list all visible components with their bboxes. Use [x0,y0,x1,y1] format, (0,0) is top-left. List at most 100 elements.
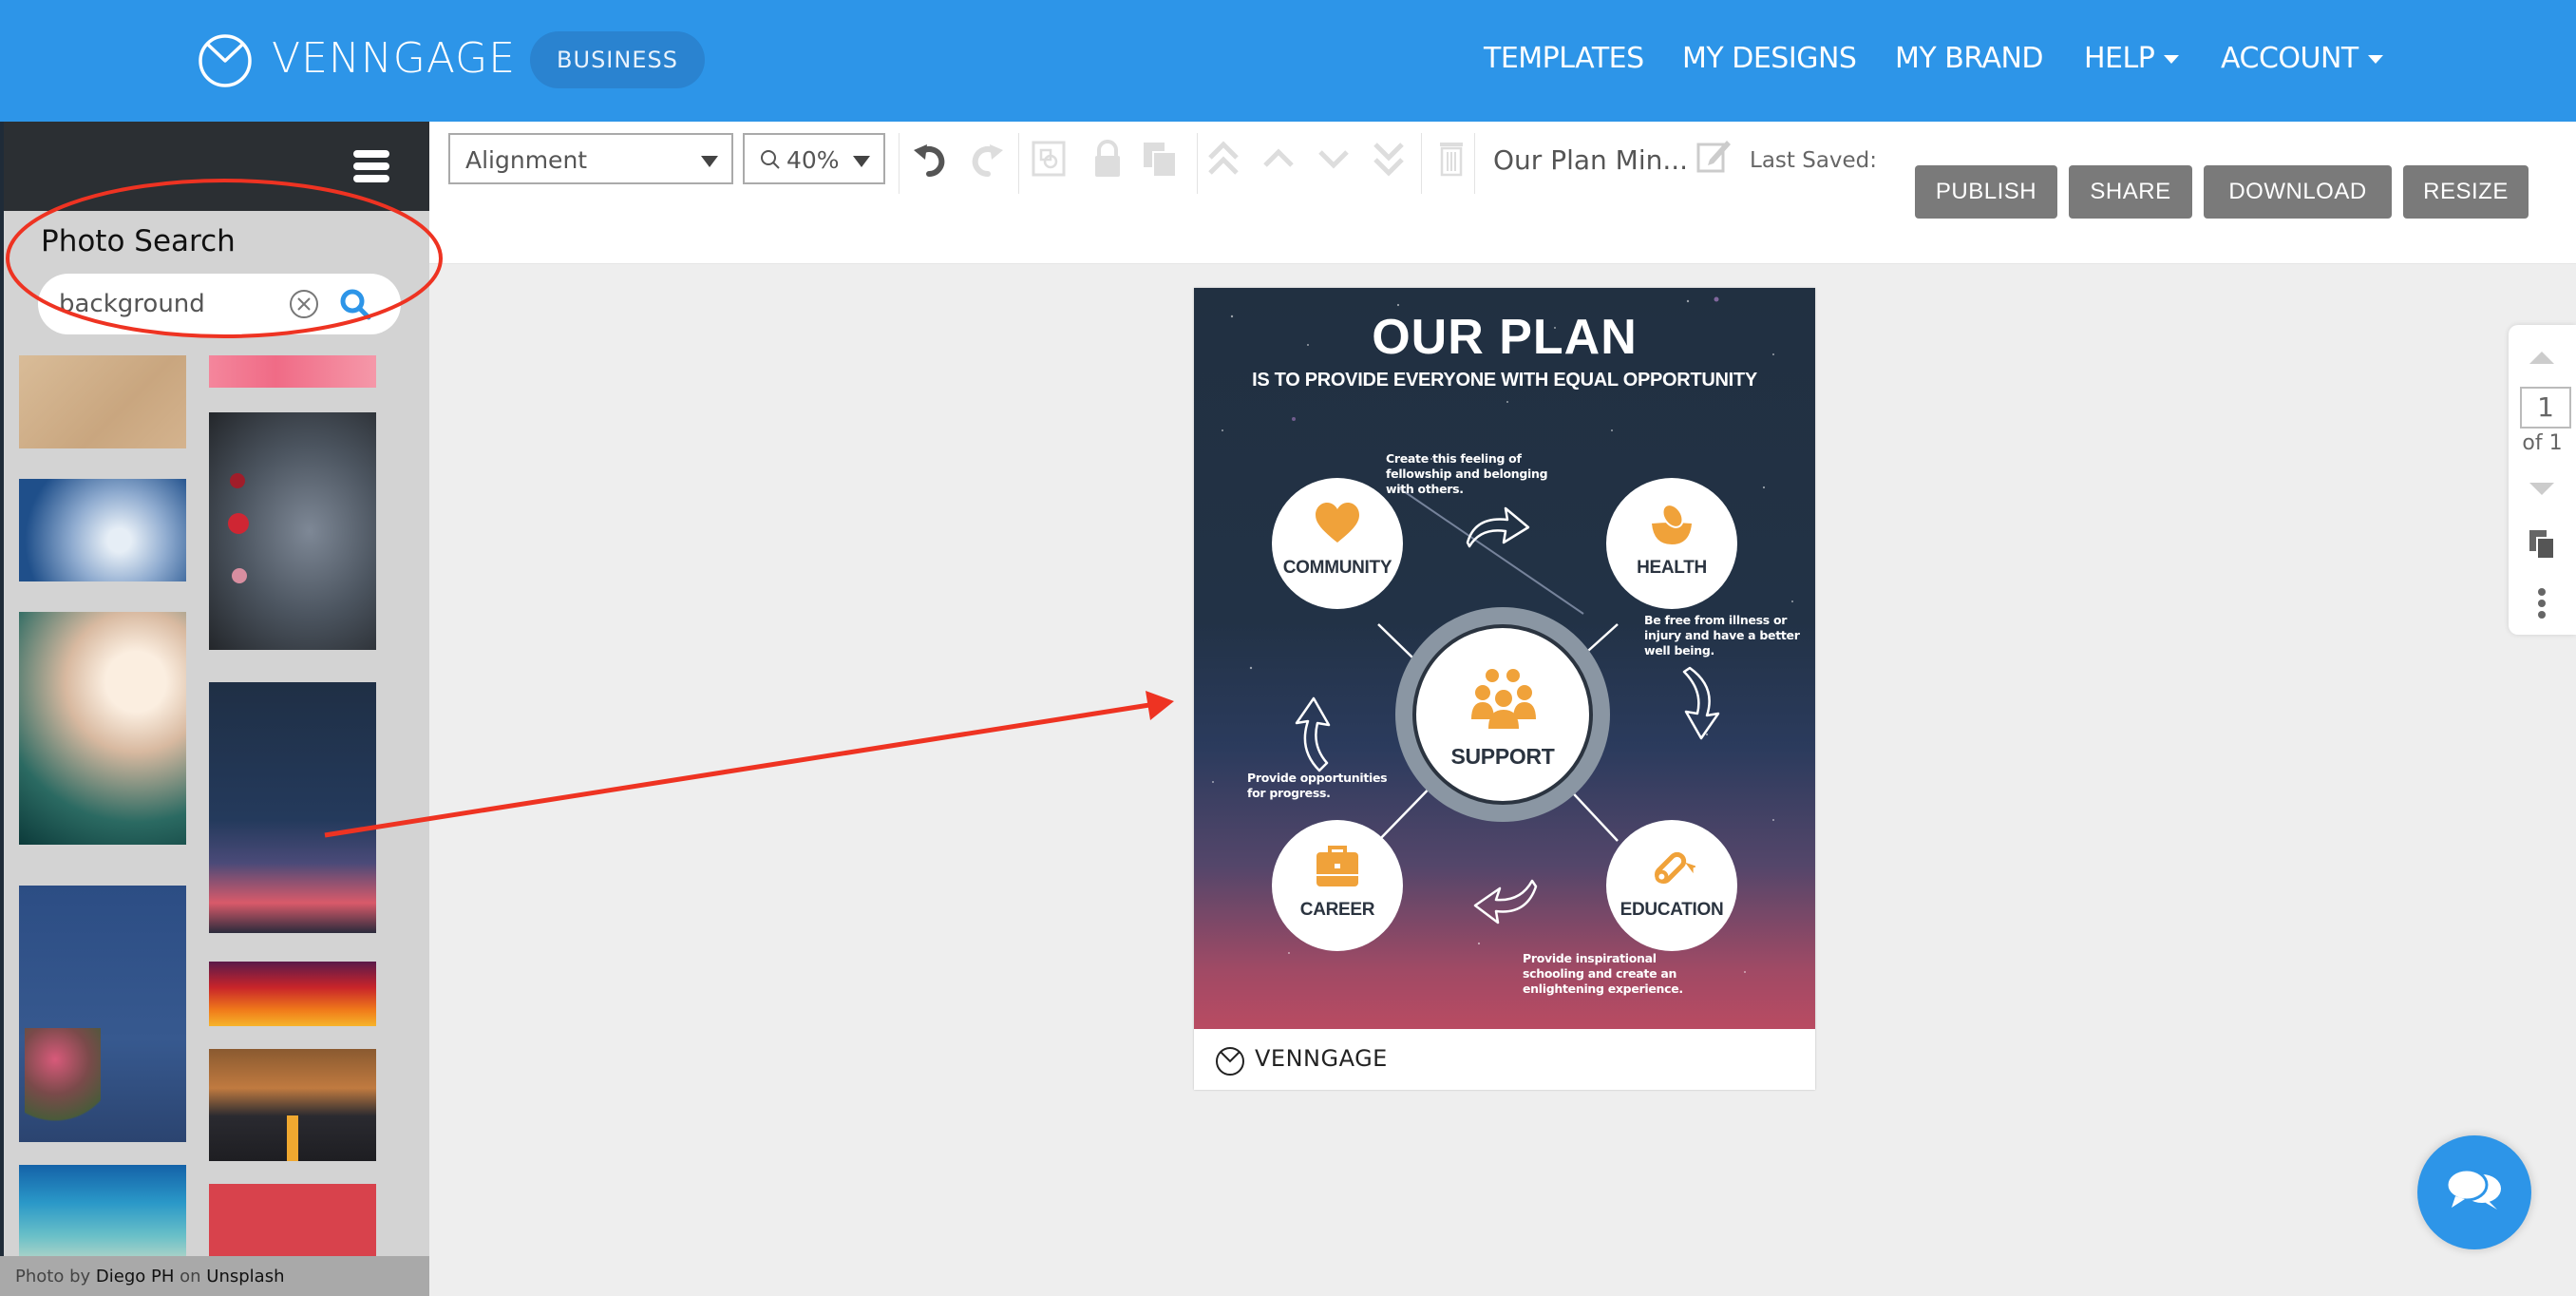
photo-result[interactable] [209,1184,376,1260]
duplicate-icon[interactable] [1142,139,1180,179]
toolbar-divider [899,133,900,194]
send-to-back-icon[interactable] [1370,139,1408,179]
nav-help[interactable]: HELP [2084,42,2180,75]
alignment-dropdown[interactable]: Alignment [448,133,733,184]
toolbar-divider [1197,133,1198,194]
chat-support-button[interactable] [2417,1135,2531,1249]
photo-result[interactable] [19,1165,186,1260]
infographic-background[interactable]: OUR PLAN IS TO PROVIDE EVERYONE WITH EQU… [1194,288,1815,1029]
cycle-arrows [1295,506,1720,924]
nav-templates[interactable]: TEMPLATES [1484,42,1644,75]
group-icon[interactable] [1030,139,1068,179]
duplicate-page-icon[interactable] [2529,530,2556,559]
photo-search-box [38,274,401,334]
page-number-input[interactable]: 1 [2520,387,2571,429]
desc-line: with others. [1386,482,1464,496]
alignment-dropdown-label: Alignment [465,146,588,174]
trash-icon[interactable] [1432,139,1470,179]
send-backward-icon[interactable] [1315,139,1353,179]
caret-down-icon [2164,55,2180,64]
nav-my-brand-label: MY BRAND [1895,42,2044,75]
nav-templates-label: TEMPLATES [1484,42,1644,75]
attribution-author-link[interactable]: Diego PH [96,1267,175,1286]
desc-line: injury and have a better [1644,628,1800,642]
brand-name[interactable]: VENNGAGE [272,34,516,83]
hamburger-menu-icon[interactable] [353,150,389,182]
nav-my-designs[interactable]: MY DESIGNS [1682,42,1857,75]
share-button[interactable]: SHARE [2069,165,2192,219]
footer-brand: VENNGAGE [1255,1045,1388,1072]
career-description[interactable]: Provide opportunities for progress. [1247,771,1388,801]
venngage-footer-logo-icon [1216,1047,1244,1076]
caret-down-icon [853,156,870,167]
photo-search-input[interactable] [59,285,296,323]
photo-result[interactable] [19,479,186,581]
photo-result[interactable] [209,355,376,388]
desc-line: fellowship and belonging [1386,467,1548,481]
publish-button[interactable]: PUBLISH [1915,165,2057,219]
clear-search-icon[interactable] [289,289,319,319]
desc-line: for progress. [1247,786,1331,800]
photo-result[interactable] [209,1049,376,1161]
nav-my-designs-label: MY DESIGNS [1682,42,1857,75]
infographic-page[interactable]: OUR PLAN IS TO PROVIDE EVERYONE WITH EQU… [1194,288,1815,1090]
lock-icon[interactable] [1089,139,1127,179]
attribution-source-link[interactable]: Unsplash [206,1267,284,1286]
undo-icon[interactable] [912,139,950,179]
nav-help-label: HELP [2084,42,2155,75]
bring-forward-icon[interactable] [1260,139,1297,179]
toolbar-divider [1018,133,1019,194]
venngage-logo-icon[interactable] [198,33,253,88]
page-down-icon[interactable] [2529,483,2554,495]
desc-line: Provide opportunities [1247,771,1388,785]
photo-result[interactable] [19,886,186,1142]
desc-line: well being. [1644,643,1714,658]
document-title[interactable]: Our Plan Min... [1493,144,1688,176]
desc-line: Create this feeling of [1386,451,1522,466]
redo-icon[interactable] [967,139,1005,179]
nav-account[interactable]: ACCOUNT [2221,42,2383,75]
education-description[interactable]: Provide inspirational schooling and crea… [1523,951,1683,997]
chat-bubbles-icon [2446,1168,2501,1210]
nav-my-brand[interactable]: MY BRAND [1895,42,2044,75]
desc-line: enlightening experience. [1523,982,1683,996]
health-description[interactable]: Be free from illness or injury and have … [1644,613,1800,658]
photo-result[interactable] [19,355,186,448]
infographic-footer: VENNGAGE [1194,1029,1815,1090]
search-icon[interactable] [338,287,372,321]
zoom-magnifier-icon [761,150,780,169]
photo-result[interactable] [209,682,376,933]
attribution-middle: on [180,1267,201,1286]
caret-down-icon [701,156,718,167]
arrow-down-icon [1682,666,1720,740]
page-total-label: of 1 [2522,431,2563,455]
more-options-icon[interactable] [2536,587,2548,619]
toolbar-divider [1474,133,1475,194]
sidebar-edge [0,122,4,1296]
last-saved-label: Last Saved: [1750,148,1878,173]
arrow-left-icon [1473,879,1538,924]
arrow-right-icon [1466,506,1530,548]
plan-badge[interactable]: BUSINESS [530,31,705,88]
photo-result[interactable] [209,962,376,1026]
photo-result[interactable] [209,412,376,650]
photo-result[interactable] [19,612,186,845]
page-up-icon[interactable] [2529,352,2554,364]
desc-line: Provide inspirational [1523,951,1657,965]
toolbar-divider [1421,133,1422,194]
page-navigator: 1 of 1 [2509,325,2576,635]
desc-line: schooling and create an [1523,966,1677,981]
download-button[interactable]: DOWNLOAD [2204,165,2392,219]
bring-to-front-icon[interactable] [1204,139,1242,179]
zoom-dropdown[interactable]: 40% [743,133,885,184]
community-description[interactable]: Create this feeling of fellowship and be… [1386,451,1548,497]
photo-search-panel [0,211,429,1296]
top-navigation-bar: VENNGAGE BUSINESS TEMPLATES MY DESIGNS M… [0,0,2576,122]
desc-line: Be free from illness or [1644,613,1788,627]
arrow-up-icon [1295,696,1331,772]
photo-attribution: Photo by Diego PH on Unsplash [0,1256,429,1296]
attribution-prefix: Photo by [15,1267,91,1286]
caret-down-icon [2367,55,2383,64]
edit-title-icon[interactable] [1696,139,1731,173]
resize-button[interactable]: RESIZE [2403,165,2529,219]
